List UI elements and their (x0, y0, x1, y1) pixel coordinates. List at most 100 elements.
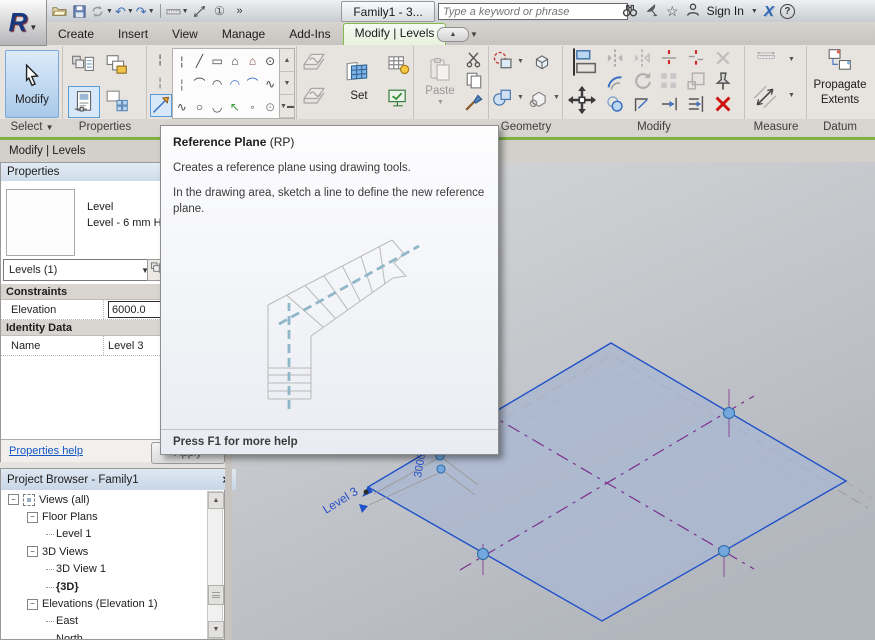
collapse-icon[interactable]: − (27, 599, 38, 610)
split-gap-button[interactable] (685, 48, 707, 68)
scroll-down-icon[interactable]: ▼ (208, 621, 224, 638)
chevron-down-icon[interactable]: ▼ (553, 94, 560, 101)
mirror-pick-button[interactable] (604, 48, 626, 68)
select-panel-label[interactable]: Select ▼ (4, 121, 60, 133)
ghost-copy-button[interactable] (604, 94, 626, 114)
binoculars-icon[interactable] (622, 2, 638, 21)
undo-icon[interactable]: ↶▼ (115, 2, 134, 20)
sign-in-label[interactable]: Sign In (707, 4, 744, 18)
draw-tool-line-icon[interactable]: ╱ (191, 49, 209, 72)
draw-tool-pick-point-icon[interactable]: ◦ (244, 95, 262, 118)
sync-icon[interactable]: ▼ (90, 2, 113, 20)
collapse-icon[interactable]: − (27, 546, 38, 557)
draw-tool-pentagon-icon[interactable]: ⌂ (226, 49, 244, 72)
draw-tool-point-icon[interactable]: ⊙ (261, 95, 279, 118)
draw-tool-partial-ellipse-icon[interactable]: ◡ (208, 95, 226, 118)
tree-item-north[interactable]: North (2, 630, 205, 639)
geometry-panel-label[interactable]: Geometry (490, 121, 562, 133)
person-icon[interactable] (685, 2, 701, 21)
project-browser-header[interactable]: Project Browser - Family1 × (1, 469, 236, 490)
set-workplane-button[interactable]: Set (336, 48, 382, 114)
properties-palette-button[interactable] (68, 86, 100, 118)
trim-corner-button[interactable] (631, 94, 653, 114)
chevron-down-icon[interactable]: ▼ (517, 94, 524, 101)
chevron-down-icon[interactable]: ▼ (788, 56, 795, 63)
modify-panel-label[interactable]: Modify (564, 121, 744, 133)
gallery-scrollbar[interactable]: ▲ ▼ ▼▬ (279, 48, 295, 119)
properties-panel-label[interactable]: Properties (64, 121, 146, 133)
tab-add-ins[interactable]: Add-Ins (277, 24, 342, 45)
collapse-icon[interactable]: − (27, 512, 38, 523)
scissors-button[interactable] (464, 50, 484, 68)
tree-item-elevations-elevation-1[interactable]: − Elevations (Elevation 1) (2, 595, 205, 612)
tree-item-level-1[interactable]: Level 1 (2, 526, 205, 543)
draw-tool-pentagon-pick-icon[interactable]: ⌂ (244, 49, 262, 72)
offset-button[interactable] (604, 71, 626, 91)
draw-tool-zigzag-spline-icon[interactable]: ∿ (261, 72, 279, 95)
properties-help-link[interactable]: Properties help (9, 445, 83, 457)
tree-item-floor-plans[interactable]: − Floor Plans (2, 508, 205, 525)
show-workplane-button[interactable] (386, 52, 410, 76)
ruler-icon[interactable]: ▼ (166, 2, 189, 20)
unjoin-gray-button[interactable] (712, 48, 734, 68)
chevron-down-icon[interactable]: ▼ (517, 58, 524, 65)
tree-item-views-all[interactable]: − Views (all) (2, 491, 205, 508)
paint-cube-button[interactable] (532, 52, 552, 72)
tab-create[interactable]: Create (46, 24, 106, 45)
collapse-icon[interactable]: − (8, 494, 19, 505)
tag-icon[interactable]: ① (211, 2, 229, 20)
tab-modify-levels[interactable]: Modify | Levels (343, 23, 447, 45)
draw-tool-fillet-arc-icon[interactable]: ◠ (226, 72, 244, 95)
tab-manage[interactable]: Manage (210, 24, 277, 45)
tree-item-3d-views[interactable]: − 3D Views (2, 543, 205, 560)
line-chain-button[interactable]: ¦ (150, 48, 170, 69)
draw-tool-arc-threepoint-icon[interactable]: ⌒ (191, 72, 209, 95)
star-icon[interactable]: ☆ (666, 3, 679, 20)
draw-tool-node-line-icon[interactable]: ¦ (173, 49, 191, 72)
redo-icon[interactable]: ↷▼ (136, 2, 155, 20)
join-geometry-button[interactable] (492, 86, 514, 108)
tree-item-3d-view-1[interactable]: 3D View 1 (2, 561, 205, 578)
split-element-button[interactable] (658, 48, 680, 68)
draw-tool-node-arc-icon[interactable]: ¦ (173, 72, 191, 95)
draw-tool-ellipse-icon[interactable]: ○ (191, 95, 209, 118)
tree-item-east[interactable]: East (2, 613, 205, 630)
chevron-down-icon[interactable]: ▼ (788, 92, 795, 99)
copy-button[interactable] (464, 71, 484, 89)
save-icon[interactable] (70, 2, 88, 20)
tab-insert[interactable]: Insert (106, 24, 160, 45)
chevron-down-icon[interactable]: ▼ (751, 8, 758, 15)
measure-ruler-button[interactable] (748, 50, 784, 70)
mirror-draw-button[interactable] (631, 48, 653, 68)
family-types-button[interactable] (68, 50, 98, 80)
scroll-up-icon[interactable]: ▲ (208, 492, 224, 509)
move-button[interactable] (566, 84, 598, 116)
gallery-scroll-up-icon[interactable]: ▲ (280, 49, 294, 72)
open-folder-icon[interactable] (50, 2, 68, 20)
draw-tool-arc-center-icon[interactable]: ◠ (208, 72, 226, 95)
tree-scrollbar[interactable]: ▲ ▼ (207, 491, 223, 639)
draw-tool-circle-radius-icon[interactable]: ⊙ (261, 49, 279, 72)
match-brush-button[interactable] (462, 92, 486, 112)
rotate-button[interactable] (631, 71, 653, 91)
exchange-apps-icon[interactable]: X (764, 3, 774, 20)
draw-tool-spline-icon[interactable]: ∿ (173, 95, 191, 118)
scale-button[interactable] (685, 71, 707, 91)
overflow-icon[interactable]: » (231, 2, 249, 20)
aligned-dimension-button[interactable] (752, 84, 778, 110)
workplane-viewer-button[interactable] (386, 86, 410, 110)
trim-single-button[interactable] (658, 94, 680, 114)
pin-button[interactable] (712, 71, 734, 91)
draw-tool-pick-line-icon[interactable]: ↖ (226, 95, 244, 118)
type-selector-dropdown[interactable]: Levels (1) ▼ (3, 259, 153, 281)
line-nodes-button[interactable]: ¦ (150, 71, 170, 92)
propagate-extents-button[interactable]: Propagate Extents (810, 47, 870, 117)
modify-tool-button[interactable]: Modify (5, 50, 59, 118)
datum-panel-label[interactable]: Datum (808, 121, 872, 133)
ribbon-toggle-caret-icon[interactable]: ▼ (470, 30, 478, 39)
draw-tool-tangent-arc-icon[interactable]: ⌒ (244, 72, 262, 95)
scrollbar-thumb[interactable] (208, 585, 224, 605)
delete-button[interactable] (712, 94, 734, 114)
application-menu-button[interactable]: R ▼ (0, 0, 47, 46)
search-input[interactable] (438, 3, 628, 20)
